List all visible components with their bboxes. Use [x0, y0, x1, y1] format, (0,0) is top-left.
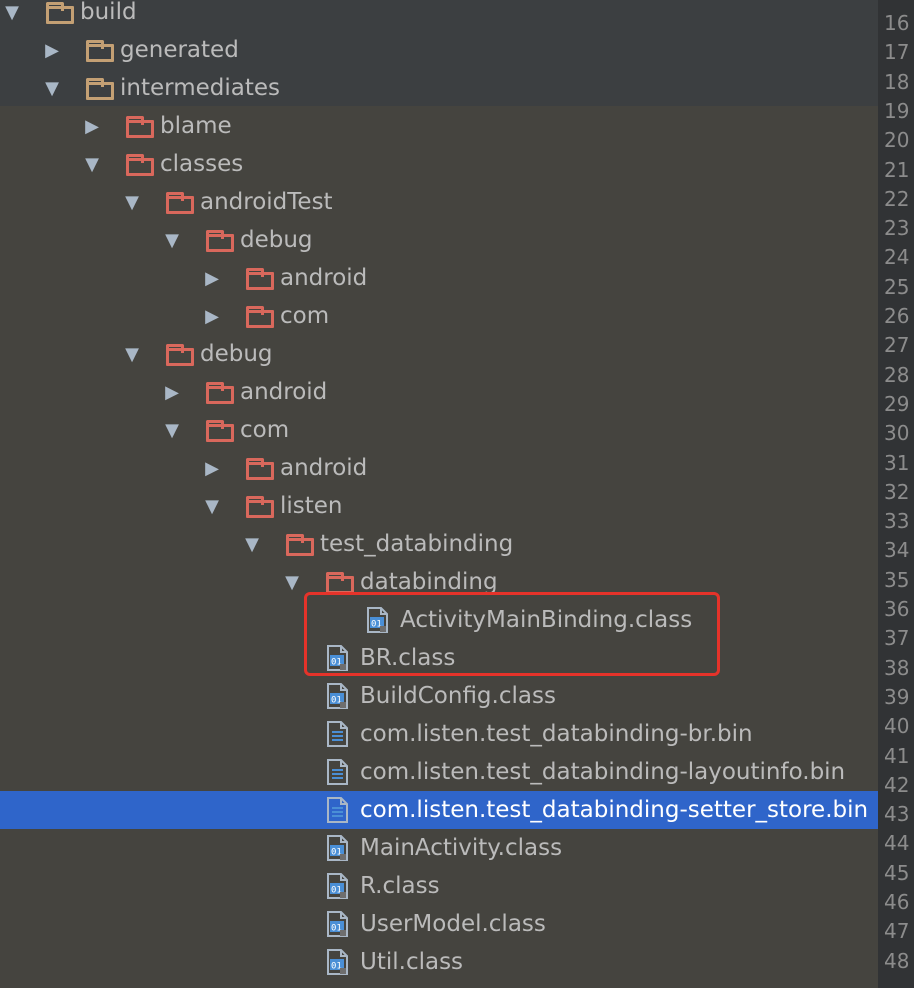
expand-arrow-down-icon[interactable]: ▼	[122, 335, 142, 373]
tree-item-label: MainActivity.class	[360, 835, 563, 861]
expand-arrow-right-icon[interactable]: ▶	[162, 373, 182, 411]
line-number: 41	[884, 743, 910, 768]
line-number: 20	[884, 128, 910, 153]
tree-item-label: debug	[200, 341, 273, 367]
tree-item-label: intermediates	[120, 75, 280, 101]
line-number: 19	[884, 98, 910, 123]
tree-folder-row[interactable]: ▼ intermediates	[0, 69, 878, 107]
expand-arrow-down-icon[interactable]: ▼	[202, 487, 222, 525]
expand-arrow-right-icon[interactable]: ▶	[82, 107, 102, 145]
line-number: 33	[884, 509, 910, 534]
tree-item-label: UserModel.class	[360, 911, 546, 937]
expand-arrow-down-icon[interactable]: ▼	[162, 411, 182, 449]
tree-item-label: blame	[160, 113, 232, 139]
tree-folder-row[interactable]: ▼ debug	[0, 221, 878, 259]
tree-item-label: listen	[280, 493, 343, 519]
line-number: 17	[884, 40, 910, 65]
line-number: 25	[884, 274, 910, 299]
tree-item-label: com.listen.test_databinding-layoutinfo.b…	[360, 759, 846, 785]
tree-item-label: android	[240, 379, 328, 405]
tree-file-row[interactable]: 01 R.class	[0, 867, 878, 905]
tree-folder-row[interactable]: ▶ android	[0, 449, 878, 487]
expand-arrow-down-icon[interactable]: ▼	[282, 563, 302, 601]
tree-folder-row[interactable]: ▼ test_databinding	[0, 525, 878, 563]
tree-folder-row[interactable]: ▶ blame	[0, 107, 878, 145]
tree-file-row[interactable]: 01 Util.class	[0, 943, 878, 981]
tree-item-label: androidTest	[200, 189, 333, 215]
tree-item-label: Util.class	[360, 949, 464, 975]
line-number: 35	[884, 567, 910, 592]
tree-item-label: debug	[240, 227, 313, 253]
line-number: 48	[884, 948, 910, 973]
tree-folder-row[interactable]: ▼ debug	[0, 335, 878, 373]
line-number-gutter: 16 17 18 19 20 21 22 23 24 25 26 27 28 29 30 31 32 33 34 35…	[878, 0, 914, 988]
line-number: 29	[884, 391, 910, 416]
tree-folder-row[interactable]: ▼ build	[0, 0, 878, 31]
expand-arrow-down-icon[interactable]: ▼	[2, 0, 22, 31]
project-tree-panel: ▼ build ▶ generated ▼ intermediates ▶ blame ▼ cla…	[0, 0, 878, 988]
tree-folder-row[interactable]: ▶ generated	[0, 31, 878, 69]
tree-item-label: com.listen.test_databinding-setter_store…	[360, 797, 869, 823]
line-number: 42	[884, 772, 910, 797]
line-number: 26	[884, 304, 910, 328]
line-number: 36	[884, 597, 910, 621]
line-number: 16	[884, 11, 910, 35]
line-number: 28	[884, 362, 910, 387]
tree-file-row[interactable]: 01 UserModel.class	[0, 905, 878, 943]
line-number: 37	[884, 626, 910, 651]
expand-arrow-down-icon[interactable]: ▼	[162, 221, 182, 259]
line-number: 21	[884, 157, 910, 182]
tree-item-label: android	[280, 455, 368, 481]
line-number: 18	[884, 69, 910, 94]
tree-folder-row[interactable]: ▶ android	[0, 373, 878, 411]
tree-file-row[interactable]: 01 BuildConfig.class	[0, 677, 878, 715]
line-number: 43	[884, 802, 910, 827]
expand-arrow-right-icon[interactable]: ▶	[202, 259, 222, 297]
line-number: 27	[884, 333, 910, 358]
highlight-box	[304, 592, 720, 676]
line-number: 31	[884, 450, 910, 475]
line-number: 44	[884, 831, 910, 856]
tree-folder-row[interactable]: ▼ listen	[0, 487, 878, 525]
line-number: 47	[884, 919, 910, 944]
tree-folder-row[interactable]: ▼ com	[0, 411, 878, 449]
expand-arrow-down-icon[interactable]: ▼	[42, 69, 62, 107]
tree-item-label: BuildConfig.class	[360, 683, 556, 709]
tree-file-row[interactable]: 01 MainActivity.class	[0, 829, 878, 867]
tree-folder-row[interactable]: ▼ androidTest	[0, 183, 878, 221]
tree-folder-row[interactable]: ▶ android	[0, 259, 878, 297]
line-number: 30	[884, 421, 910, 446]
expand-arrow-down-icon[interactable]: ▼	[82, 145, 102, 183]
tree-file-row[interactable]: com.listen.test_databinding-setter_store…	[0, 791, 878, 829]
line-number: 45	[884, 860, 910, 885]
line-number: 23	[884, 216, 910, 241]
tree-item-label: android	[280, 265, 368, 291]
line-number: 39	[884, 684, 910, 709]
line-number: 32	[884, 479, 910, 504]
line-number: 46	[884, 890, 910, 914]
expand-arrow-down-icon[interactable]: ▼	[122, 183, 142, 221]
line-number: 34	[884, 538, 910, 563]
tree-item-label: com.listen.test_databinding-br.bin	[360, 721, 753, 747]
line-number: 24	[884, 245, 910, 270]
tree-item-label: classes	[160, 151, 244, 177]
expand-arrow-right-icon[interactable]: ▶	[202, 297, 222, 335]
expand-arrow-right-icon[interactable]: ▶	[202, 449, 222, 487]
tree-file-row[interactable]: com.listen.test_databinding-br.bin	[0, 715, 878, 753]
tree-item-label: com	[240, 417, 290, 443]
tree-item-label: R.class	[360, 873, 440, 899]
tree-item-label: test_databinding	[320, 531, 514, 557]
expand-arrow-right-icon[interactable]: ▶	[42, 31, 62, 69]
tree-folder-row[interactable]: ▼ classes	[0, 145, 878, 183]
tree-item-label: com	[280, 303, 330, 329]
tree-folder-row[interactable]: ▶ com	[0, 297, 878, 335]
tree-item-label: generated	[120, 37, 239, 63]
tree-file-row[interactable]: com.listen.test_databinding-layoutinfo.b…	[0, 753, 878, 791]
expand-arrow-down-icon[interactable]: ▼	[242, 525, 262, 563]
tree-item-label: build	[80, 0, 137, 25]
line-number: 38	[884, 655, 910, 680]
line-number: 40	[884, 714, 910, 739]
line-number: 22	[884, 186, 910, 211]
